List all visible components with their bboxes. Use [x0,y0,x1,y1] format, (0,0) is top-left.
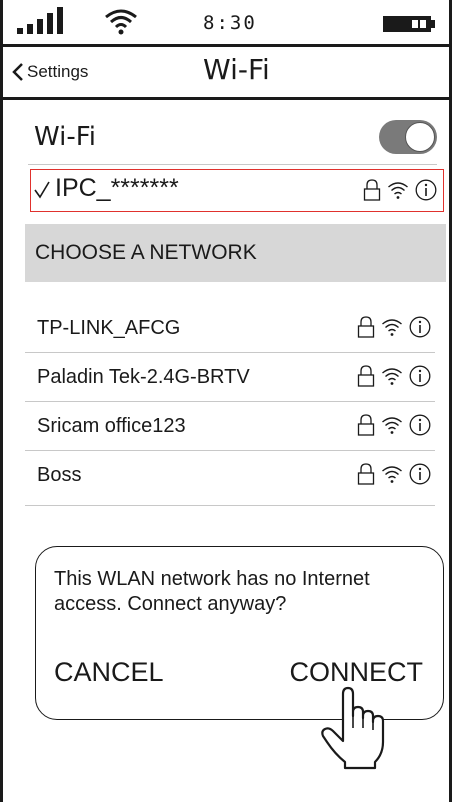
network-name: TP-LINK_AFCG [37,317,181,339]
info-icon[interactable] [409,365,431,387]
section-header: CHOOSE A NETWORK [25,224,446,282]
wifi-toggle-label: Wi-Fi [34,122,97,152]
network-name: Sricam office123 [37,415,186,437]
network-icons [357,316,431,338]
network-name: Boss [37,464,82,486]
phone-frame: 8:30 Settings Wi-Fi Wi-Fi IPC_******* CH… [0,0,452,802]
wifi-toggle-switch[interactable] [379,120,437,154]
network-icons [357,365,431,387]
network-row[interactable]: TP-LINK_AFCG [25,304,435,353]
page-title: Wi-Fi [203,53,270,86]
info-icon[interactable] [415,179,437,201]
network-row[interactable]: Sricam office123 [25,402,435,451]
lock-icon [363,179,381,201]
navigation-bar: Settings Wi-Fi [3,47,449,100]
status-bar: 8:30 [3,0,449,47]
network-name: Paladin Tek-2.4G-BRTV [37,366,250,388]
back-button-label: Settings [27,62,89,81]
connected-network-row[interactable]: IPC_******* [30,169,444,212]
lock-icon [357,414,375,436]
back-button[interactable]: Settings [11,59,88,85]
checkmark-icon [34,181,50,199]
lock-icon [357,316,375,338]
wifi-icon [382,319,402,336]
network-icons [357,463,431,485]
lock-icon [357,463,375,485]
dialog-message: This WLAN network has no Internet access… [54,568,370,615]
info-icon[interactable] [409,463,431,485]
wifi-icon [382,417,402,434]
chevron-left-icon [12,63,23,81]
hand-pointer-icon [321,686,385,770]
info-icon[interactable] [409,316,431,338]
toggle-knob [405,122,435,152]
wifi-icon [388,182,408,199]
battery-icon [383,16,435,32]
wifi-icon [382,368,402,385]
network-icons [363,179,437,201]
lock-icon [357,365,375,387]
section-header-label: CHOOSE A NETWORK [35,241,257,264]
info-icon[interactable] [409,414,431,436]
status-time: 8:30 [203,12,257,34]
connect-button[interactable]: CONNECT [290,657,424,688]
wifi-toggle-row: Wi-Fi [28,112,437,165]
network-icons [357,414,431,436]
wifi-icon [105,9,137,35]
network-row[interactable]: Paladin Tek-2.4G-BRTV [25,353,435,402]
network-row[interactable]: Boss [25,451,435,506]
cancel-button[interactable]: CANCEL [54,657,164,688]
connected-network-name: IPC_******* [55,174,179,202]
signal-bars-icon [17,7,63,34]
wifi-icon [382,466,402,483]
